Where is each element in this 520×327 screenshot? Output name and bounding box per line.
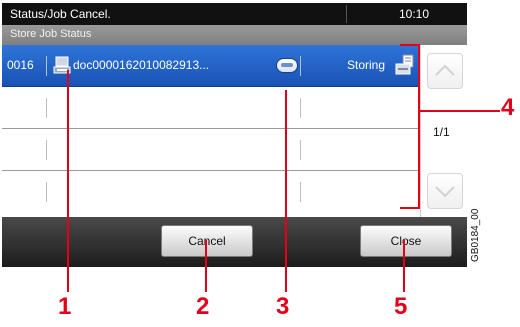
subtitle-bar: Store Job Status bbox=[2, 25, 467, 45]
job-row[interactable] bbox=[2, 129, 420, 171]
callout-line-5 bbox=[403, 240, 405, 292]
callout-2: 2 bbox=[196, 293, 210, 320]
screen-title: Status/Job Cancel. bbox=[10, 7, 111, 21]
bottom-bar: Cancel Close bbox=[2, 217, 467, 267]
chevron-down-icon bbox=[435, 186, 455, 198]
column-separator bbox=[300, 98, 301, 118]
job-row[interactable] bbox=[2, 171, 420, 217]
callout-3: 3 bbox=[276, 293, 290, 320]
callout-1: 1 bbox=[58, 293, 72, 320]
cancel-button[interactable]: Cancel bbox=[161, 225, 253, 257]
job-status: Storing bbox=[347, 58, 386, 72]
callout-4: 4 bbox=[501, 94, 515, 121]
chevron-up-icon bbox=[435, 64, 455, 76]
figure-code: GB0184_00 bbox=[470, 208, 481, 262]
callout-5: 5 bbox=[394, 293, 408, 320]
column-separator bbox=[46, 140, 47, 160]
job-number: 0016 bbox=[7, 58, 34, 72]
column-separator bbox=[46, 56, 47, 76]
job-row[interactable] bbox=[2, 87, 420, 129]
title-bar: Status/Job Cancel. 10:10 bbox=[2, 3, 467, 25]
callout-line-1 bbox=[67, 70, 69, 292]
document-name: doc0000162010082913... bbox=[73, 58, 210, 72]
scroll-bracket bbox=[400, 44, 420, 209]
title-divider bbox=[346, 5, 347, 23]
touch-panel-screen: Status/Job Cancel. 10:10 Store Job Statu… bbox=[2, 3, 467, 267]
scroll-panel: 1/1 bbox=[420, 45, 467, 217]
column-separator bbox=[300, 140, 301, 160]
column-separator bbox=[46, 182, 47, 202]
job-row[interactable]: 0016 doc0000162010082913... Storing bbox=[2, 45, 420, 87]
column-separator bbox=[300, 56, 301, 76]
job-list: 0016 doc0000162010082913... Storing bbox=[2, 45, 420, 217]
column-separator bbox=[300, 182, 301, 202]
callout-line-4 bbox=[420, 110, 500, 112]
callout-line-3 bbox=[285, 90, 287, 292]
page-indicator: 1/1 bbox=[433, 125, 450, 139]
scroll-down-button[interactable] bbox=[427, 173, 463, 209]
detail-button[interactable] bbox=[276, 58, 298, 73]
close-button[interactable]: Close bbox=[360, 225, 452, 257]
callout-line-2 bbox=[205, 240, 207, 292]
column-separator bbox=[46, 98, 47, 118]
clock: 10:10 bbox=[399, 7, 430, 21]
subtitle-text: Store Job Status bbox=[10, 28, 92, 40]
scroll-up-button[interactable] bbox=[427, 53, 463, 89]
